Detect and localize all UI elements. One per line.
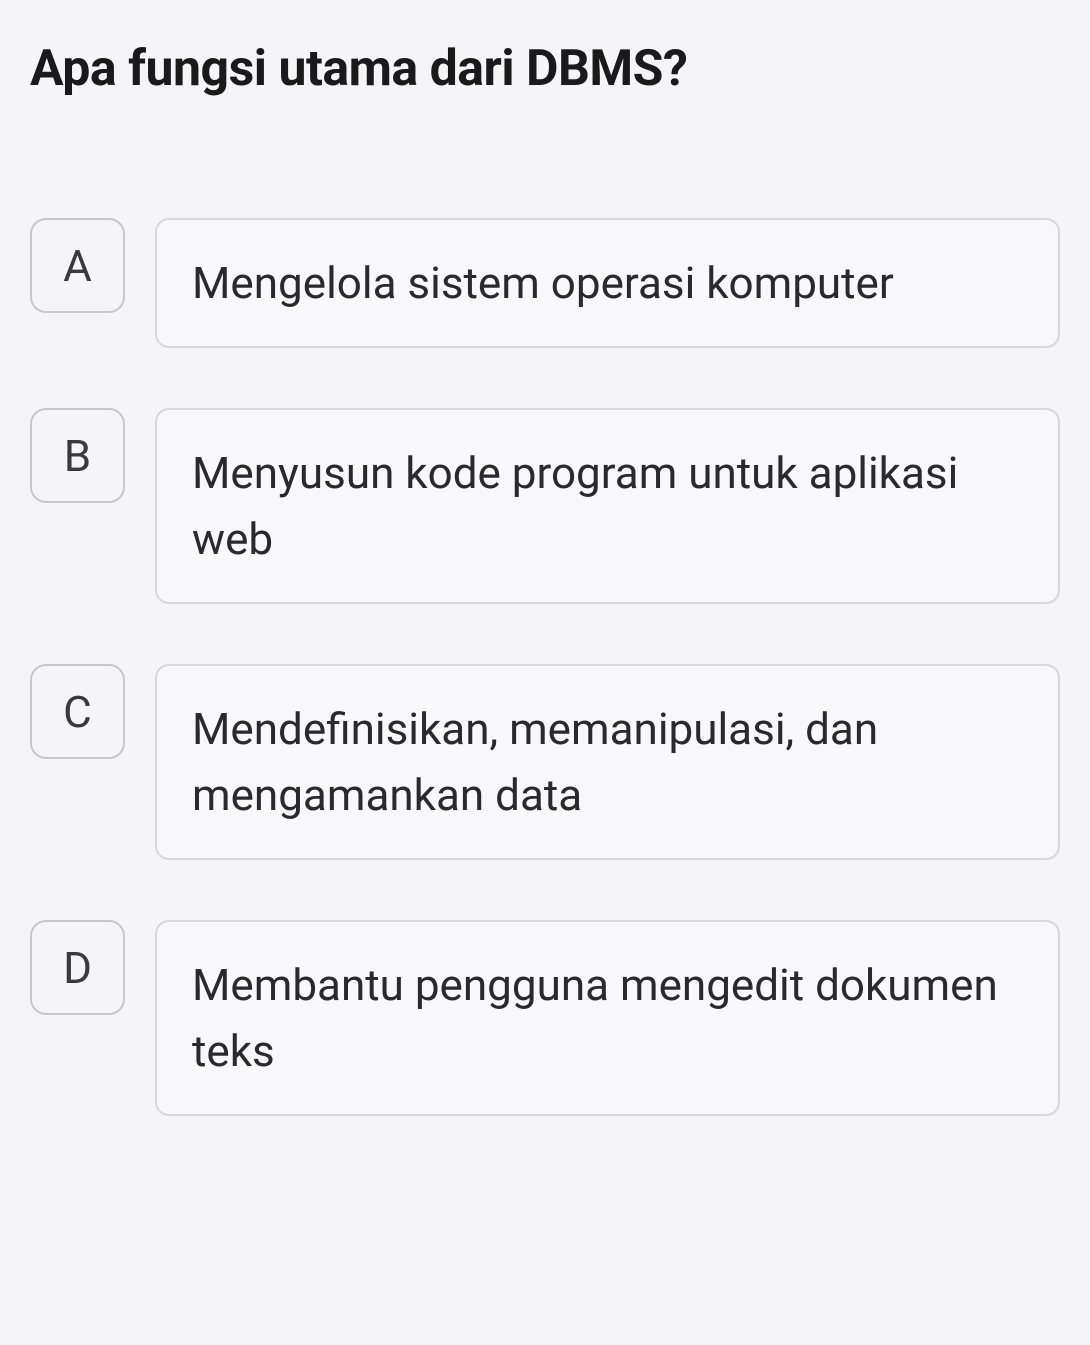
option-letter-d[interactable]: D (30, 920, 125, 1015)
option-text-d[interactable]: Membantu pengguna mengedit dokumen teks (155, 920, 1060, 1116)
option-row-a: A Mengelola sistem operasi komputer (30, 218, 1060, 348)
option-row-b: B Menyusun kode program untuk aplikasi w… (30, 408, 1060, 604)
option-letter-a[interactable]: A (30, 218, 125, 313)
option-letter-b[interactable]: B (30, 408, 125, 503)
option-letter-c[interactable]: C (30, 664, 125, 759)
option-text-b[interactable]: Menyusun kode program untuk aplikasi web (155, 408, 1060, 604)
option-text-a[interactable]: Mengelola sistem operasi komputer (155, 218, 1060, 348)
options-container: A Mengelola sistem operasi komputer B Me… (30, 218, 1060, 1116)
option-text-c[interactable]: Mendefinisikan, memanipulasi, dan mengam… (155, 664, 1060, 860)
option-row-c: C Mendefinisikan, memanipulasi, dan meng… (30, 664, 1060, 860)
question-title: Apa fungsi utama dari DBMS? (30, 40, 1060, 98)
option-row-d: D Membantu pengguna mengedit dokumen tek… (30, 920, 1060, 1116)
